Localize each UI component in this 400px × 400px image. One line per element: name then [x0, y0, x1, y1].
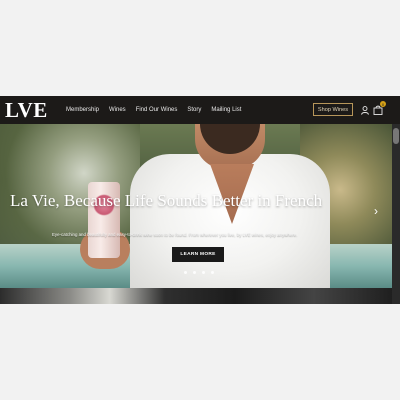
- carousel-dots: [184, 271, 214, 274]
- main-menu: Membership Wines Find Our Wines Story Ma…: [66, 96, 251, 124]
- cart-count-badge: 0: [380, 101, 386, 107]
- scrollbar-thumb[interactable]: [393, 128, 399, 144]
- carousel-dot[interactable]: [184, 271, 187, 274]
- nav-item-find-our-wines[interactable]: Find Our Wines: [136, 107, 178, 113]
- brand-logo[interactable]: LVE: [5, 99, 48, 121]
- nav-item-mailing-list[interactable]: Mailing List: [211, 107, 241, 113]
- chevron-right-icon[interactable]: ›: [374, 204, 384, 218]
- next-section-preview: [0, 288, 392, 304]
- hero-headline: La Vie, Because Life Sounds Better in Fr…: [10, 191, 323, 210]
- nav-item-wines[interactable]: Wines: [109, 107, 126, 113]
- hero-subtext: Eye-catching and beautifully and easy-to…: [52, 232, 298, 237]
- learn-more-button[interactable]: LEARN MORE: [172, 247, 224, 262]
- carousel-dot[interactable]: [211, 271, 214, 274]
- nav-item-membership[interactable]: Membership: [66, 107, 99, 113]
- carousel-dot[interactable]: [202, 271, 205, 274]
- user-icon[interactable]: [361, 106, 369, 115]
- shop-wines-button[interactable]: Shop Wines: [313, 103, 353, 116]
- top-navbar: LVE Membership Wines Find Our Wines Stor…: [0, 96, 400, 124]
- scrollbar-track[interactable]: [392, 124, 400, 304]
- site-window: LVE Membership Wines Find Our Wines Stor…: [0, 96, 400, 304]
- carousel-dot[interactable]: [193, 271, 196, 274]
- nav-item-story[interactable]: Story: [187, 107, 201, 113]
- hero-banner: La Vie, Because Life Sounds Better in Fr…: [0, 124, 400, 288]
